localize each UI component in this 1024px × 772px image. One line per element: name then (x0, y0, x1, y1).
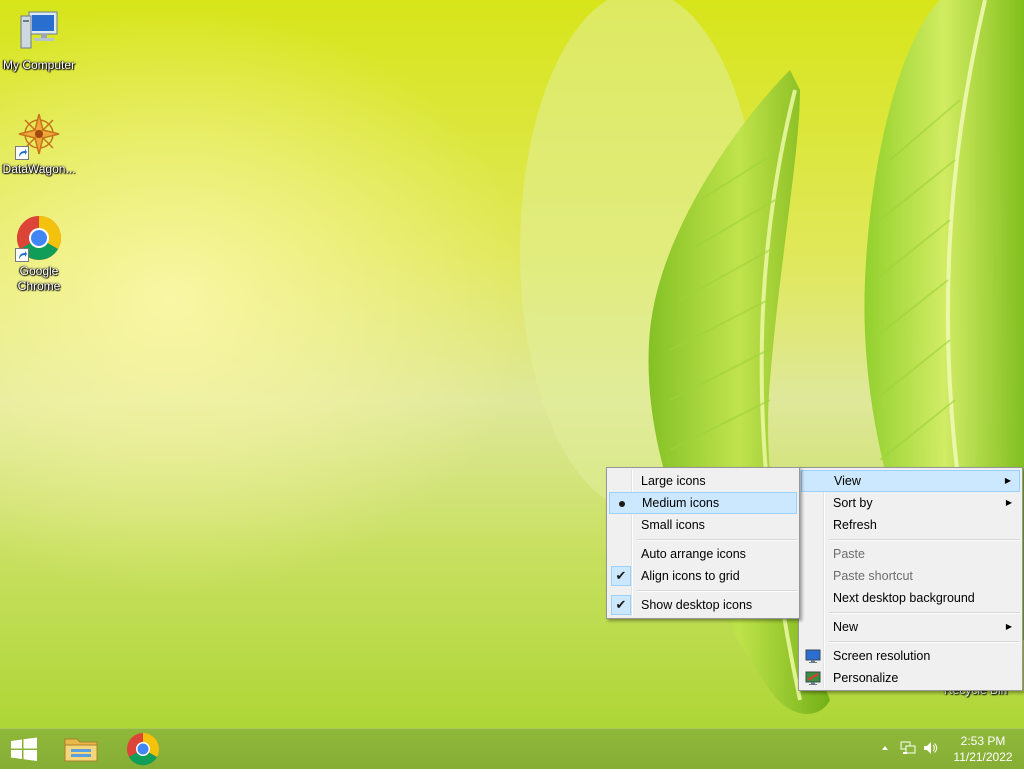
network-icon (900, 741, 916, 754)
checkmark-icon: ✔ (611, 595, 631, 615)
desktop-icon-label: My Computer (2, 58, 76, 72)
taskbar-file-explorer-button[interactable] (57, 729, 105, 769)
submenu-arrow-icon: ▶ (1005, 498, 1012, 507)
desktop-icon-google-chrome[interactable]: Google Chrome (1, 214, 77, 294)
menu-item-refresh[interactable]: Refresh (801, 514, 1020, 536)
shortcut-arrow-icon (15, 248, 29, 262)
menu-separator (637, 539, 797, 541)
screen-resolution-icon (805, 648, 821, 664)
submenu-arrow-icon: ▶ (1005, 622, 1012, 631)
datawagon-icon (15, 112, 63, 160)
chevron-up-icon (882, 746, 888, 750)
menu-item-medium-icons[interactable]: Medium icons (609, 492, 797, 514)
menu-separator (829, 612, 1020, 614)
menu-item-small-icons[interactable]: Small icons (609, 514, 797, 536)
taskbar-clock[interactable]: 2:53 PM 11/21/2022 (948, 733, 1018, 765)
menu-item-align-icons-to-grid[interactable]: ✔ Align icons to grid (609, 565, 797, 587)
system-tray: 2:53 PM 11/21/2022 (864, 729, 1024, 769)
network-tray-icon-button[interactable] (900, 740, 916, 759)
windows-logo-icon (11, 737, 37, 761)
menu-item-view[interactable]: View ▶ (801, 470, 1020, 492)
menu-item-screen-resolution[interactable]: Screen resolution (801, 645, 1020, 667)
personalize-icon (805, 670, 821, 686)
volume-tray-icon-button[interactable] (922, 740, 938, 759)
checkmark-icon: ✔ (611, 566, 631, 586)
menu-separator (829, 641, 1020, 643)
menu-item-next-desktop-background[interactable]: Next desktop background (801, 587, 1020, 609)
clock-time: 2:53 PM (960, 734, 1006, 748)
clock-date: 11/21/2022 (953, 750, 1013, 764)
taskbar-chrome-button[interactable] (119, 729, 167, 769)
desktop-icon-label: Google Chrome (17, 264, 61, 293)
radio-bullet-icon (619, 501, 625, 507)
shortcut-arrow-icon (15, 146, 29, 160)
menu-item-auto-arrange-icons[interactable]: Auto arrange icons (609, 543, 797, 565)
menu-item-new[interactable]: New ▶ (801, 616, 1020, 638)
menu-separator (637, 590, 797, 592)
desktop-icon-datawagon[interactable]: DataWagon... (1, 112, 77, 177)
desktop-icon-label: DataWagon... (2, 162, 76, 176)
computer-icon (15, 8, 63, 56)
menu-separator (829, 539, 1020, 541)
desktop-icon-my-computer[interactable]: My Computer (1, 8, 77, 73)
chrome-icon (127, 733, 160, 766)
speaker-icon (924, 742, 938, 754)
menu-item-personalize[interactable]: Personalize (801, 667, 1020, 689)
desktop-context-menu: View ▶ Sort by ▶ Refresh Paste Paste sho… (798, 467, 1023, 691)
menu-item-show-desktop-icons[interactable]: ✔ Show desktop icons (609, 594, 797, 616)
chrome-icon (15, 214, 63, 262)
start-button[interactable] (0, 729, 48, 769)
show-hidden-icons-button[interactable] (880, 742, 890, 756)
menu-item-sort-by[interactable]: Sort by ▶ (801, 492, 1020, 514)
submenu-arrow-icon: ▶ (1004, 476, 1011, 485)
menu-item-large-icons[interactable]: Large icons (609, 470, 797, 492)
view-submenu: Large icons Medium icons Small icons Aut… (606, 467, 800, 619)
menu-item-paste[interactable]: Paste (801, 543, 1020, 565)
folder-icon (64, 738, 98, 762)
taskbar: 2:53 PM 11/21/2022 (0, 728, 1024, 769)
menu-item-paste-shortcut[interactable]: Paste shortcut (801, 565, 1020, 587)
